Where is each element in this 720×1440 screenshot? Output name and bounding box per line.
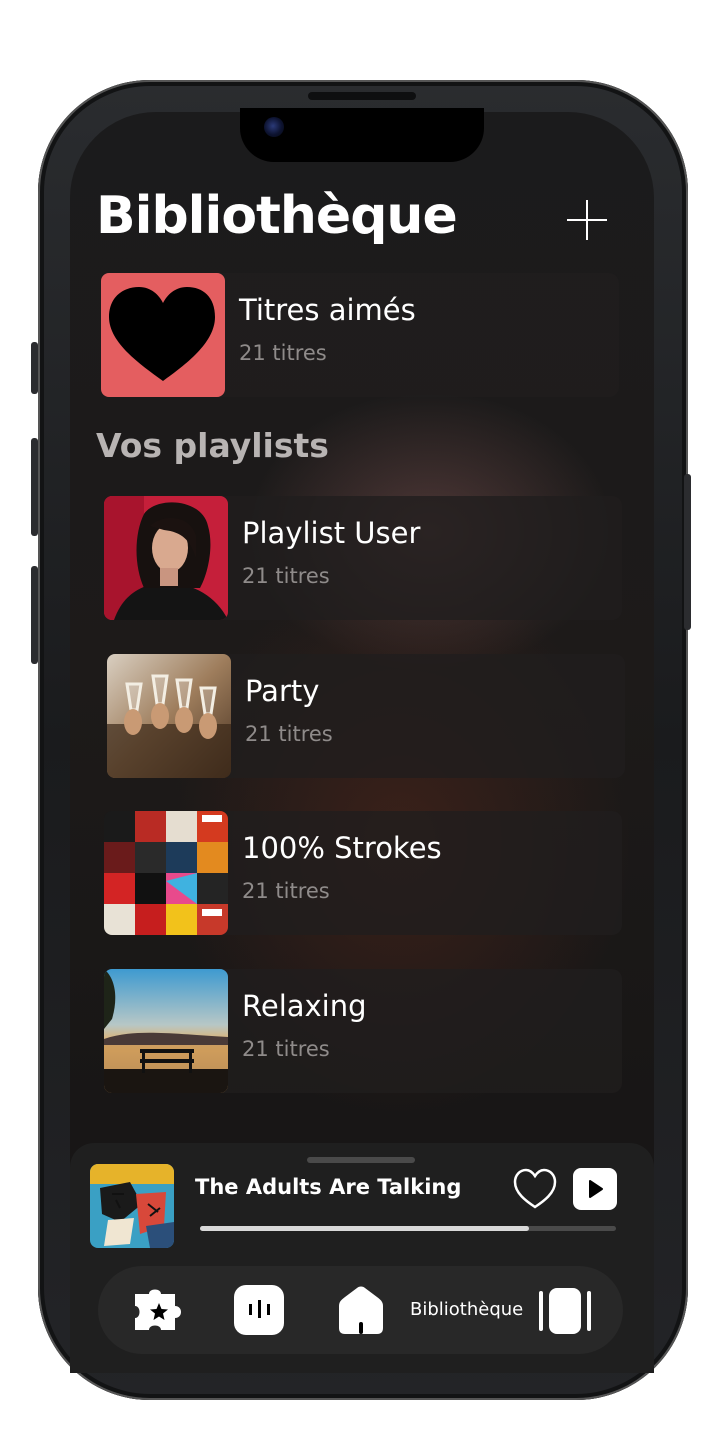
page-title: Bibliothèque <box>96 186 458 246</box>
section-title: Vos playlists <box>96 426 329 465</box>
play-icon <box>589 1180 603 1198</box>
playlist-cover-party <box>107 654 231 778</box>
playlist-item[interactable]: 100% Strokes 21 titres <box>104 811 622 935</box>
playlist-title: Playlist User <box>242 516 421 550</box>
front-camera <box>264 117 284 137</box>
equalizer-icon <box>234 1285 284 1335</box>
playlist-title: Relaxing <box>242 989 367 1023</box>
playlist-item[interactable]: Relaxing 21 titres <box>104 969 622 1093</box>
nav-item-home[interactable] <box>335 1284 387 1336</box>
liked-songs-title: Titres aimés <box>239 293 416 327</box>
album-art-image <box>90 1164 174 1248</box>
playlist-count: 21 titres <box>242 1037 330 1061</box>
liked-songs-card[interactable]: Titres aimés 21 titres <box>101 273 619 397</box>
puzzle-star-icon <box>135 1289 181 1330</box>
liked-songs-cover <box>101 273 225 397</box>
playlist-cover-sunset <box>104 969 228 1093</box>
playlist-cover-portrait <box>104 496 228 620</box>
playlist-title: Party <box>245 674 320 708</box>
like-button[interactable] <box>512 1167 558 1211</box>
heart-outline-icon <box>513 1168 557 1209</box>
portrait-image <box>104 496 228 620</box>
add-playlist-button[interactable] <box>565 198 609 242</box>
playlist-cover-mosaic <box>104 811 228 935</box>
play-button[interactable] <box>573 1168 617 1210</box>
heart-icon <box>109 287 215 381</box>
phone-side-button <box>31 438 38 536</box>
nav-item-discover[interactable] <box>131 1288 183 1334</box>
home-icon <box>339 1286 383 1334</box>
progress-bar[interactable] <box>200 1226 616 1231</box>
nav-item-stats[interactable] <box>234 1285 284 1335</box>
playlist-item[interactable]: Party 21 titres <box>107 654 625 778</box>
playlist-count: 21 titres <box>242 564 330 588</box>
phone-speaker <box>308 92 416 100</box>
playlist-title: 100% Strokes <box>242 831 442 865</box>
party-image <box>107 654 231 778</box>
nav-item-library[interactable] <box>539 1288 591 1334</box>
library-icon <box>539 1288 591 1334</box>
now-playing-cover <box>90 1164 174 1248</box>
playlist-item[interactable]: Playlist User 21 titres <box>104 496 622 620</box>
sunset-image <box>104 969 228 1093</box>
mini-player-handle[interactable] <box>307 1157 415 1163</box>
progress-fill <box>200 1226 529 1231</box>
now-playing-title: The Adults Are Talking <box>195 1175 462 1199</box>
phone-side-button <box>31 566 38 664</box>
playlist-count: 21 titres <box>242 879 330 903</box>
playlist-count: 21 titres <box>245 722 333 746</box>
phone-side-button <box>31 342 38 394</box>
liked-songs-count: 21 titres <box>239 341 327 365</box>
phone-side-button <box>684 474 691 630</box>
nav-label-library[interactable]: Bibliothèque <box>410 1299 523 1320</box>
album-mosaic-image <box>104 811 228 935</box>
